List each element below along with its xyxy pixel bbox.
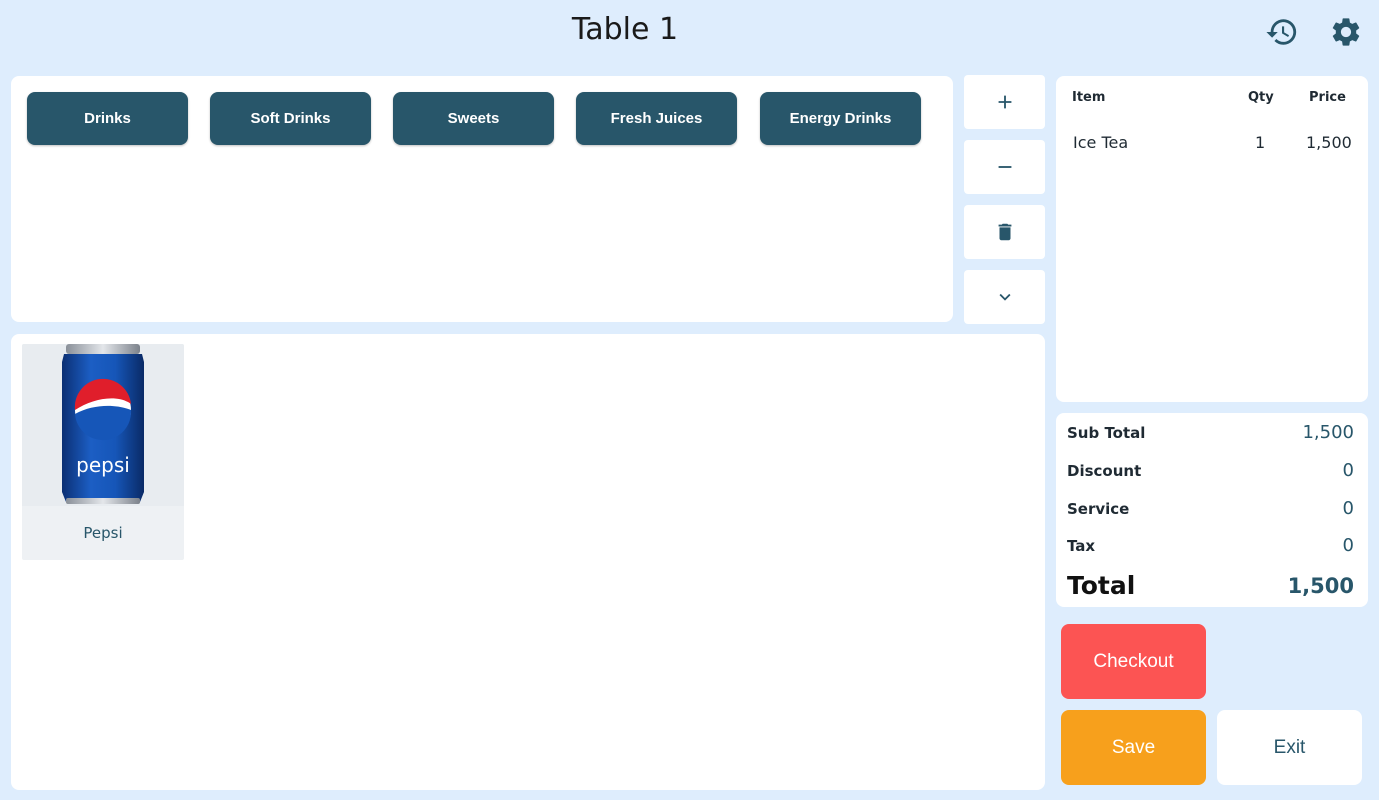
- increase-qty-button[interactable]: [964, 75, 1045, 129]
- total-label: Total: [1067, 571, 1136, 600]
- categories-panel: Drinks Soft Drinks Sweets Fresh Juices E…: [11, 76, 953, 322]
- order-column-item: Item: [1072, 90, 1106, 105]
- subtotal-value: 1,500: [1302, 422, 1354, 443]
- pepsi-logo-text: pepsi: [76, 453, 130, 477]
- order-column-qty: Qty: [1248, 90, 1274, 105]
- discount-label: Discount: [1067, 462, 1142, 480]
- expand-button[interactable]: [964, 270, 1045, 324]
- decrease-qty-button[interactable]: [964, 140, 1045, 194]
- order-row-qty: 1: [1255, 133, 1266, 152]
- category-fresh-juices-button[interactable]: Fresh Juices: [576, 92, 737, 145]
- category-energy-drinks-button[interactable]: Energy Drinks: [760, 92, 921, 145]
- delete-item-button[interactable]: [964, 205, 1045, 259]
- settings-gear-icon[interactable]: [1328, 14, 1364, 50]
- products-panel: pepsi Pepsi: [11, 334, 1045, 790]
- discount-value: 0: [1342, 460, 1354, 481]
- save-button[interactable]: Save: [1061, 710, 1206, 785]
- category-soft-drinks-button[interactable]: Soft Drinks: [210, 92, 371, 145]
- order-column-price: Price: [1309, 90, 1346, 105]
- chevron-down-icon: [999, 293, 1010, 301]
- product-image: pepsi: [22, 344, 184, 506]
- trash-icon: [998, 223, 1011, 241]
- minus-icon: [998, 166, 1011, 168]
- service-label: Service: [1067, 500, 1130, 518]
- plus-icon: [998, 95, 1011, 109]
- checkout-button[interactable]: Checkout: [1061, 624, 1206, 699]
- page-title: Table 1: [571, 12, 679, 47]
- tax-label: Tax: [1067, 537, 1096, 555]
- exit-button[interactable]: Exit: [1217, 710, 1362, 785]
- product-card-pepsi[interactable]: pepsi Pepsi: [22, 344, 184, 560]
- tax-value: 0: [1342, 535, 1354, 556]
- history-icon[interactable]: [1264, 14, 1300, 50]
- order-list-panel: Item Qty Price Ice Tea 1 1,500: [1056, 76, 1368, 402]
- order-row-price: 1,500: [1306, 133, 1352, 152]
- subtotal-label: Sub Total: [1067, 424, 1146, 442]
- product-name: Pepsi: [83, 524, 123, 542]
- category-sweets-button[interactable]: Sweets: [393, 92, 554, 145]
- service-value: 0: [1342, 498, 1354, 519]
- order-row-item: Ice Tea: [1073, 133, 1129, 152]
- category-drinks-button[interactable]: Drinks: [27, 92, 188, 145]
- summary-panel: Sub Total 1,500 Discount 0 Service 0 Tax…: [1056, 413, 1368, 607]
- total-value: 1,500: [1287, 574, 1354, 598]
- pepsi-can-image: pepsi: [62, 344, 144, 504]
